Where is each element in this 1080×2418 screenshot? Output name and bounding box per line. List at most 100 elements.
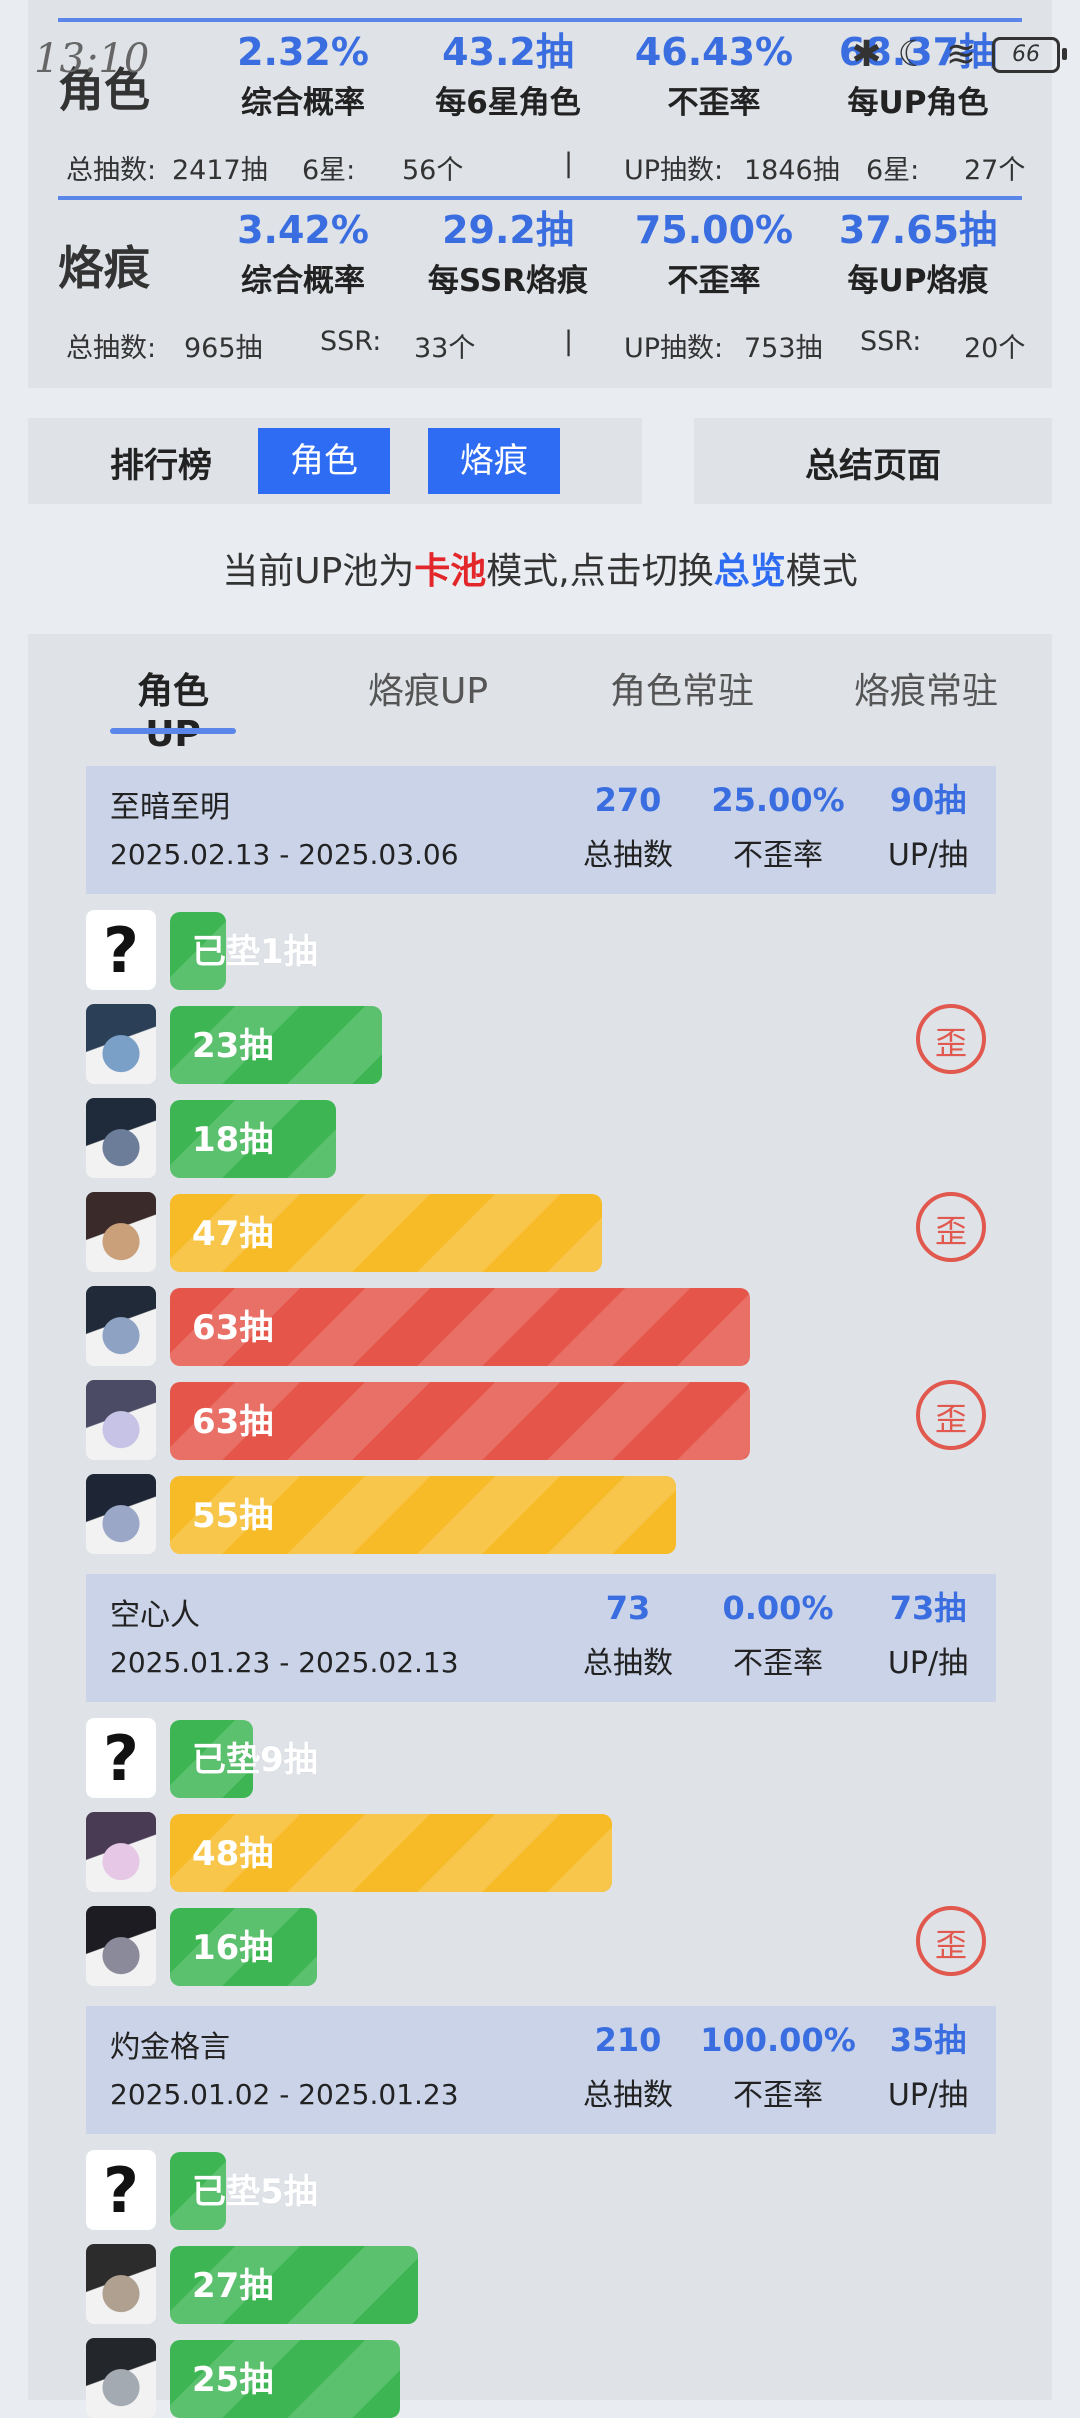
off-banner-badge: 歪 (916, 1004, 986, 1074)
pool-header[interactable]: 至暗至明 2025.02.13 - 2025.03.06 270 总抽数 25.00% 不… (86, 766, 996, 894)
metric-no-off-rate: 46.43% 不歪率 (634, 30, 794, 121)
pull-count-label: 18抽 (192, 1120, 274, 1160)
pull-count-label: 48抽 (192, 1834, 274, 1874)
pool-name: 灼金格言 (110, 2030, 230, 2065)
pull-row[interactable]: ? 已垫5抽 (86, 2150, 996, 2230)
pool-no-off-rate: 25.00% 不歪率 (698, 766, 858, 876)
pool-no-off-rate-value: 25.00% (711, 781, 845, 819)
pull-count-label: 63抽 (192, 1402, 274, 1442)
pull-row[interactable]: 27抽 (86, 2244, 996, 2324)
tab-character-standard[interactable]: 角色常驻 (584, 662, 780, 714)
pool-no-off-rate-label: 不歪率 (733, 2078, 823, 2113)
pool-total: 73 总抽数 (548, 1574, 708, 1684)
tab-brand-standard[interactable]: 烙痕常驻 (828, 662, 1024, 714)
tab-character-up[interactable]: 角色UP (110, 662, 236, 755)
pull-count-label: 16抽 (192, 1928, 274, 1968)
ranking-title: 排行榜 (110, 446, 212, 486)
pool-dates: 2025.01.23 - 2025.02.13 (110, 1646, 459, 1679)
ranking-character-button[interactable]: 角色 (258, 428, 390, 494)
character-avatar (86, 1812, 156, 1892)
pool-total-value: 73 (605, 1589, 651, 1627)
character-avatar (86, 1380, 156, 1460)
pool-per-up-value: 73抽 (889, 1589, 967, 1627)
pull-count-label: 27抽 (192, 2266, 274, 2306)
pull-row[interactable]: 63抽 (86, 1286, 996, 1366)
pool-dates: 2025.02.13 - 2025.03.06 (110, 838, 459, 871)
pool-total-value: 210 (594, 2021, 662, 2059)
unknown-avatar-icon: ? (86, 1718, 156, 1798)
pool-no-off-rate: 100.00% 不歪率 (698, 2006, 858, 2116)
pool-name: 空心人 (110, 1598, 200, 1633)
pull-count-label: 25抽 (192, 2360, 274, 2400)
pull-count-label: 63抽 (192, 1308, 274, 1348)
pool-per-up-value: 90抽 (889, 781, 967, 819)
pool-per-up-label: UP/抽 (887, 838, 969, 873)
pull-row[interactable]: 47抽 歪 (86, 1192, 996, 1272)
character-avatar (86, 1098, 156, 1178)
metric-overall-rate: 2.32% 综合概率 (237, 30, 369, 121)
off-banner-badge: 歪 (916, 1906, 986, 1976)
pull-row[interactable]: 16抽 歪 (86, 1906, 996, 1986)
metric-per-up: 68.37抽 每UP角色 (838, 30, 998, 121)
pool-per-up-value: 35抽 (889, 2021, 967, 2059)
pool-per-up: 90抽 UP/抽 (848, 766, 1008, 876)
pull-count-label: 已垫9抽 (192, 1740, 318, 1780)
pull-row[interactable]: 55抽 (86, 1474, 996, 1554)
metric-per-ssr: 29.2抽 每SSR烙痕 (427, 208, 589, 299)
pool-total-label: 总抽数 (583, 1646, 673, 1681)
pool-total: 210 总抽数 (548, 2006, 708, 2116)
current-mode: 卡池 (414, 551, 487, 592)
character-stats: 角色 2.32% 综合概率 43.2抽 每6星角色 46.43% 不歪率 68.… (28, 0, 1052, 186)
overview-mode-link[interactable]: 总览 (714, 551, 786, 592)
pool-dates: 2025.01.02 - 2025.01.23 (110, 2078, 459, 2111)
pool-total-label: 总抽数 (583, 838, 673, 873)
character-avatar (86, 2244, 156, 2324)
divider (58, 18, 1022, 22)
off-banner-badge: 歪 (916, 1380, 986, 1450)
pool-per-up: 35抽 UP/抽 (848, 2006, 1008, 2116)
pool-no-off-rate-value: 0.00% (722, 1589, 834, 1627)
ranking-card: 排行榜 角色 烙痕 (28, 418, 642, 504)
pull-row[interactable]: 63抽 歪 (86, 1380, 996, 1460)
brand-stats-title: 烙痕 (58, 241, 150, 295)
pull-row[interactable]: 25抽 (86, 2338, 996, 2418)
metric-per-six-star: 43.2抽 每6星角色 (435, 30, 581, 121)
stats-card: 角色 2.32% 综合概率 43.2抽 每6星角色 46.43% 不歪率 68.… (28, 0, 1052, 388)
mode-toggle-line[interactable]: 当前UP池为卡池模式,点击切换总览模式 (0, 542, 1080, 594)
character-avatar (86, 1474, 156, 1554)
character-avatar (86, 1004, 156, 1084)
brand-summary-row: 总抽数: 965抽 SSR: 33个 | UP抽数: 753抽 SSR: 20个 (66, 326, 1026, 364)
pool-list-card: 角色UP 烙痕UP 角色常驻 烙痕常驻 至暗至明 2025.02.13 - 202… (28, 634, 1052, 2418)
off-banner-badge: 歪 (916, 1192, 986, 1262)
pool-no-off-rate: 0.00% 不歪率 (698, 1574, 858, 1684)
pool-header[interactable]: 空心人 2025.01.23 - 2025.02.13 73 总抽数 0.00% 不歪率 7… (86, 1574, 996, 1702)
pool-per-up-label: UP/抽 (887, 2078, 969, 2113)
pull-row[interactable]: ? 已垫9抽 (86, 1718, 996, 1798)
character-avatar (86, 1906, 156, 1986)
pool-no-off-rate-value: 100.00% (700, 2021, 856, 2059)
pull-row[interactable]: 18抽 (86, 1098, 996, 1178)
summary-page-button[interactable]: 总结页面 (694, 418, 1052, 504)
ranking-brand-button[interactable]: 烙痕 (428, 428, 560, 494)
pull-row[interactable]: 23抽 歪 (86, 1004, 996, 1084)
tab-underline (110, 728, 236, 734)
metric-overall-rate: 3.42% 综合概率 (237, 208, 369, 299)
pool-per-up: 73抽 UP/抽 (848, 1574, 1008, 1684)
brand-stats: 烙痕 3.42% 综合概率 29.2抽 每SSR烙痕 75.00% 不歪率 37… (28, 178, 1052, 364)
divider (58, 196, 1022, 200)
pull-count-label: 47抽 (192, 1214, 274, 1254)
pull-count-label: 55抽 (192, 1496, 274, 1536)
character-stats-title: 角色 (58, 63, 150, 117)
unknown-avatar-icon: ? (86, 910, 156, 990)
metric-no-off-rate: 75.00% 不歪率 (634, 208, 794, 299)
pool-header[interactable]: 灼金格言 2025.01.02 - 2025.01.23 210 总抽数 100.00%… (86, 2006, 996, 2134)
pull-count-label: 已垫5抽 (192, 2172, 318, 2212)
pool-per-up-label: UP/抽 (887, 1646, 969, 1681)
tab-brand-up[interactable]: 烙痕UP (348, 662, 508, 714)
character-avatar (86, 1286, 156, 1366)
pool-total: 270 总抽数 (548, 766, 708, 876)
pool-name: 至暗至明 (110, 790, 230, 825)
pull-row[interactable]: ? 已垫1抽 (86, 910, 996, 990)
pool-total-value: 270 (594, 781, 662, 819)
pull-row[interactable]: 48抽 (86, 1812, 996, 1892)
